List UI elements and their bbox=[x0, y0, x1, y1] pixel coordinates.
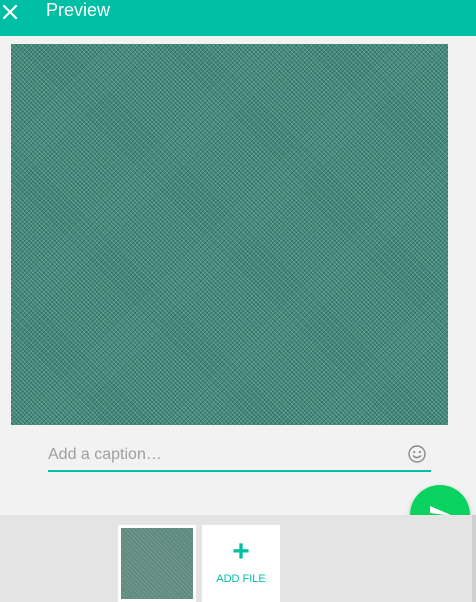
page-title: Preview bbox=[46, 0, 111, 20]
caption-input[interactable] bbox=[48, 442, 388, 468]
caption-field bbox=[48, 438, 431, 472]
plus-icon: + bbox=[232, 535, 250, 568]
add-file-button[interactable]: + ADD FILE bbox=[202, 525, 280, 602]
header-bar: Preview bbox=[0, 0, 476, 36]
add-file-label: ADD FILE bbox=[216, 573, 266, 585]
media-preview-image bbox=[11, 44, 448, 425]
close-button[interactable] bbox=[0, 0, 24, 26]
attachment-thumbnail[interactable] bbox=[118, 525, 196, 602]
tray-scrollbar[interactable] bbox=[472, 515, 476, 602]
media-preview-screen: Preview + ADD FILE bbox=[0, 0, 476, 602]
thumbnail-image bbox=[121, 528, 193, 599]
emoji-button[interactable] bbox=[407, 444, 427, 464]
smiley-icon bbox=[407, 445, 427, 468]
